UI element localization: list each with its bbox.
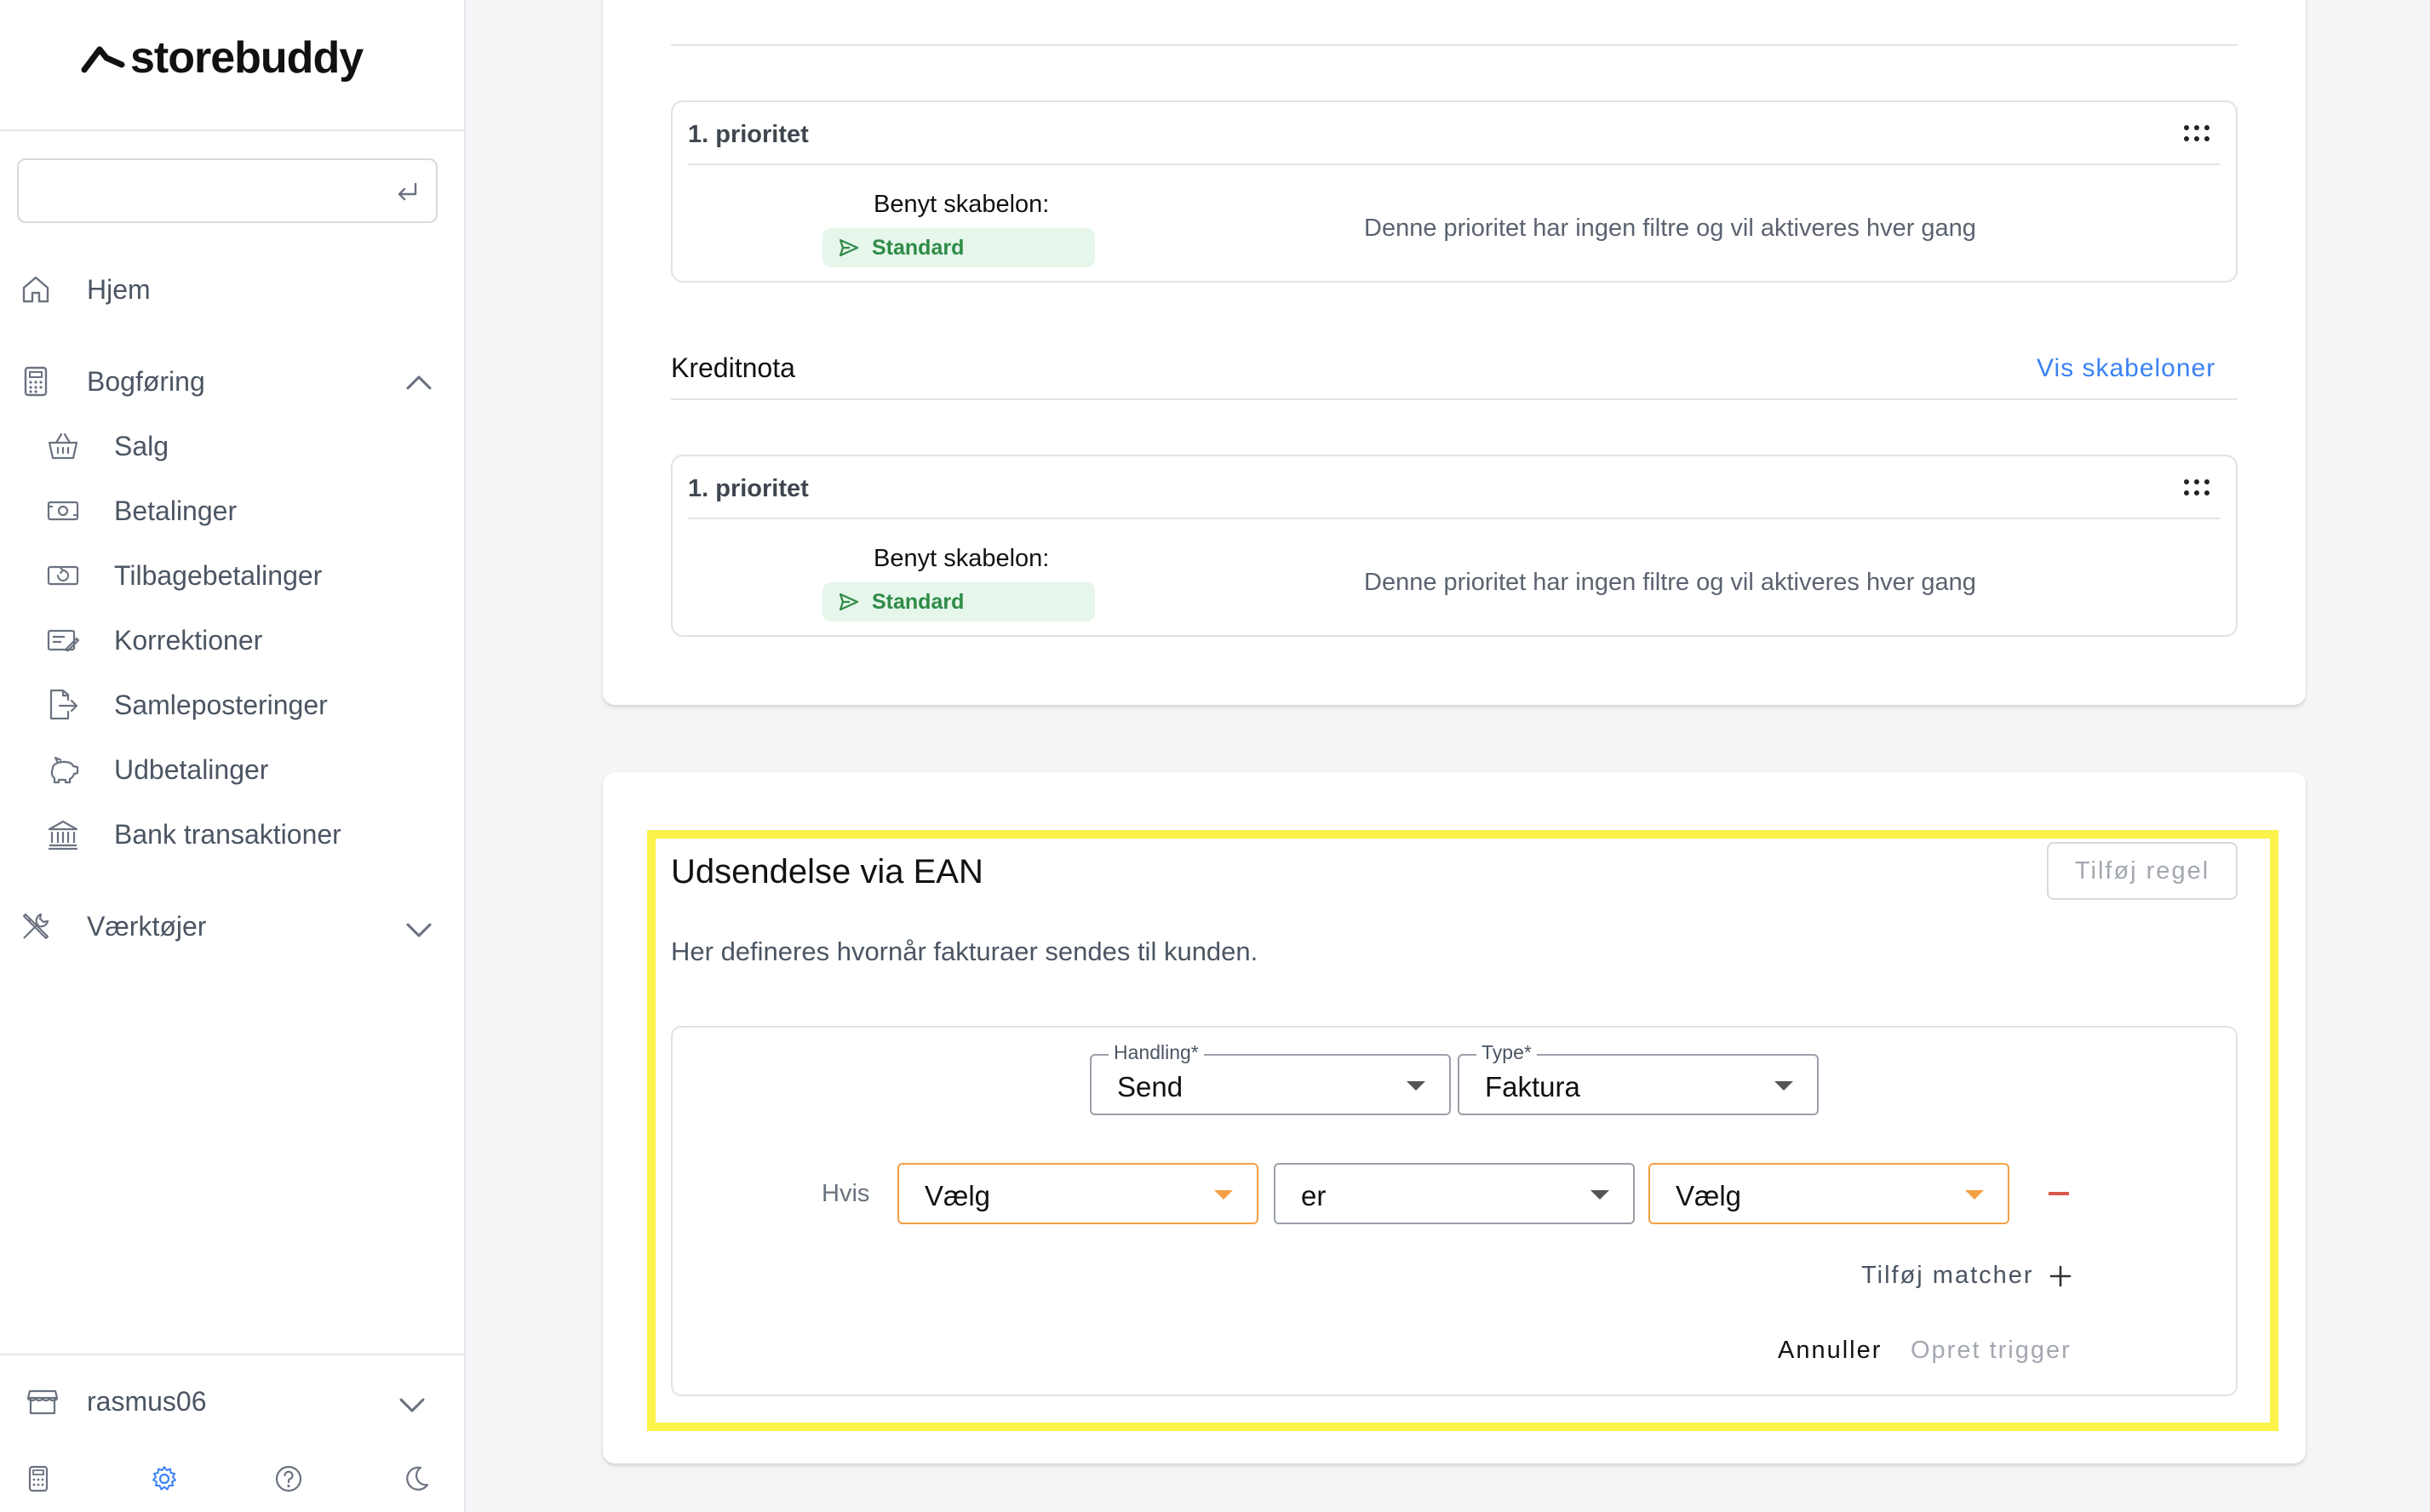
nav-label-betalinger: Betalinger bbox=[114, 495, 238, 526]
enter-key-icon bbox=[398, 182, 417, 201]
condition-value-select[interactable]: Vælg bbox=[1648, 1163, 2009, 1224]
priority-note: Denne prioritet har ingen filtre og vil … bbox=[1364, 215, 1976, 242]
type-label: Type* bbox=[1476, 1041, 1537, 1064]
store-icon bbox=[26, 1389, 59, 1415]
nav-item-bogforing[interactable]: Bogføring bbox=[19, 364, 444, 398]
priority-title: 1. prioritet bbox=[688, 475, 809, 502]
nav-item-home[interactable]: Hjem bbox=[19, 272, 444, 306]
storebuddy-logo[interactable]: storebuddy bbox=[81, 32, 364, 83]
nav-label-bogforing: Bogføring bbox=[87, 366, 205, 397]
home-icon bbox=[22, 276, 49, 303]
nav-label-udbetalinger: Udbetalinger bbox=[114, 754, 269, 785]
refund-icon bbox=[47, 565, 79, 586]
settings-gear-icon[interactable] bbox=[150, 1464, 179, 1493]
section-divider bbox=[671, 398, 2238, 400]
nav-label-home: Hjem bbox=[87, 274, 151, 305]
drag-handle-dots-icon[interactable] bbox=[2183, 478, 2217, 497]
nav-item-bank-transaktioner[interactable]: Bank transaktioner bbox=[46, 817, 438, 851]
section-divider bbox=[671, 44, 2238, 46]
handling-select[interactable]: Handling* Send bbox=[1090, 1041, 1451, 1115]
correction-icon bbox=[47, 629, 80, 652]
priority-box: 1. prioritet Benyt skabelon: Standard De… bbox=[671, 455, 2238, 637]
calculator-icon[interactable] bbox=[24, 1464, 53, 1493]
sidebar-divider bbox=[0, 129, 466, 131]
send-icon bbox=[839, 593, 859, 611]
template-badge-label: Standard bbox=[872, 235, 965, 260]
nav-label-samleposteringer: Samleposteringer bbox=[114, 690, 328, 720]
ean-title: Udsendelse via EAN bbox=[671, 853, 983, 891]
search-input[interactable] bbox=[19, 160, 436, 221]
type-select[interactable]: Type* Faktura bbox=[1458, 1041, 1819, 1115]
condition-operator-select[interactable]: er bbox=[1274, 1163, 1635, 1224]
dropdown-arrow-icon bbox=[1774, 1081, 1793, 1091]
kreditnota-title: Kreditnota bbox=[671, 352, 795, 383]
priority-divider bbox=[688, 163, 2221, 165]
chevron-up-icon bbox=[406, 375, 432, 390]
bank-icon bbox=[48, 820, 78, 850]
nav-label-salg: Salg bbox=[114, 431, 169, 461]
priority-title: 1. prioritet bbox=[688, 121, 809, 148]
basket-icon bbox=[48, 432, 78, 460]
account-switcher[interactable]: rasmus06 bbox=[26, 1384, 443, 1418]
nav-label-korrektioner: Korrektioner bbox=[114, 625, 263, 656]
nav-label-tilbagebetalinger: Tilbagebetalinger bbox=[114, 560, 323, 591]
nav-item-tilbagebetalinger[interactable]: Tilbagebetalinger bbox=[46, 558, 438, 593]
piggy-bank-icon bbox=[50, 756, 79, 784]
priority-divider bbox=[688, 518, 2221, 519]
condition-operator-value: er bbox=[1301, 1180, 1327, 1211]
add-matcher-button[interactable]: Tilføj matcher bbox=[1861, 1262, 2072, 1290]
priority-note: Denne prioritet har ingen filtre og vil … bbox=[1364, 569, 1976, 596]
help-icon[interactable] bbox=[274, 1464, 303, 1493]
account-name: rasmus06 bbox=[87, 1386, 207, 1417]
condition-label: Hvis bbox=[822, 1180, 870, 1207]
logo-mark-icon bbox=[81, 46, 125, 73]
type-value: Faktura bbox=[1485, 1071, 1580, 1102]
handling-label: Handling* bbox=[1109, 1041, 1204, 1064]
sidebar-footer-divider bbox=[0, 1354, 466, 1355]
nav-label-tools: Værktøjer bbox=[87, 911, 207, 942]
condition-field-value: Vælg bbox=[925, 1180, 991, 1211]
condition-value-value: Vælg bbox=[1676, 1180, 1742, 1211]
add-matcher-label: Tilføj matcher bbox=[1861, 1262, 2034, 1289]
ean-subtitle: Her defineres hvornår fakturaer sendes t… bbox=[671, 936, 1258, 966]
document-export-icon bbox=[49, 689, 78, 720]
dropdown-arrow-icon bbox=[1590, 1190, 1609, 1200]
nav-item-tools[interactable]: Værktøjer bbox=[19, 909, 444, 943]
dropdown-arrow-icon bbox=[1407, 1081, 1425, 1091]
template-badge[interactable]: Standard bbox=[822, 228, 1095, 267]
template-badge[interactable]: Standard bbox=[822, 582, 1095, 621]
template-label: Benyt skabelon: bbox=[874, 545, 1050, 572]
calculator-icon bbox=[24, 366, 48, 397]
create-trigger-button[interactable]: Opret trigger bbox=[1911, 1337, 2072, 1365]
dropdown-arrow-icon bbox=[1214, 1190, 1233, 1200]
nav-item-korrektioner[interactable]: Korrektioner bbox=[46, 623, 438, 657]
handling-value: Send bbox=[1117, 1071, 1183, 1102]
remove-condition-minus-icon[interactable] bbox=[2049, 1192, 2069, 1195]
nav-item-samleposteringer[interactable]: Samleposteringer bbox=[46, 688, 438, 722]
dropdown-arrow-icon bbox=[1965, 1190, 1984, 1200]
search-box[interactable] bbox=[17, 158, 438, 223]
chevron-down-icon bbox=[399, 1398, 425, 1412]
condition-field-select[interactable]: Vælg bbox=[897, 1163, 1258, 1224]
nav-item-udbetalinger[interactable]: Udbetalinger bbox=[46, 753, 438, 787]
template-badge-label: Standard bbox=[872, 589, 965, 614]
nav-item-betalinger[interactable]: Betalinger bbox=[46, 494, 438, 528]
sidebar: storebuddy Hjem Bogføring Salg Betalinge… bbox=[0, 0, 466, 1512]
dark-mode-moon-icon[interactable] bbox=[402, 1464, 431, 1493]
show-templates-link[interactable]: Vis skabeloner bbox=[2037, 354, 2215, 383]
nav-label-bank-transaktioner: Bank transaktioner bbox=[114, 819, 341, 850]
logo-text: storebuddy bbox=[130, 33, 364, 83]
priority-box: 1. prioritet Benyt skabelon: Standard De… bbox=[671, 100, 2238, 283]
banknote-icon bbox=[47, 501, 79, 521]
send-icon bbox=[839, 238, 859, 257]
tools-icon bbox=[22, 913, 49, 940]
chevron-down-icon bbox=[406, 923, 432, 937]
plus-icon bbox=[2049, 1265, 2071, 1286]
template-label: Benyt skabelon: bbox=[874, 191, 1050, 218]
add-rule-button[interactable]: Tilføj regel bbox=[2047, 842, 2238, 900]
nav-item-salg[interactable]: Salg bbox=[46, 429, 438, 463]
drag-handle-dots-icon[interactable] bbox=[2183, 124, 2217, 143]
cancel-button[interactable]: Annuller bbox=[1778, 1337, 1882, 1365]
